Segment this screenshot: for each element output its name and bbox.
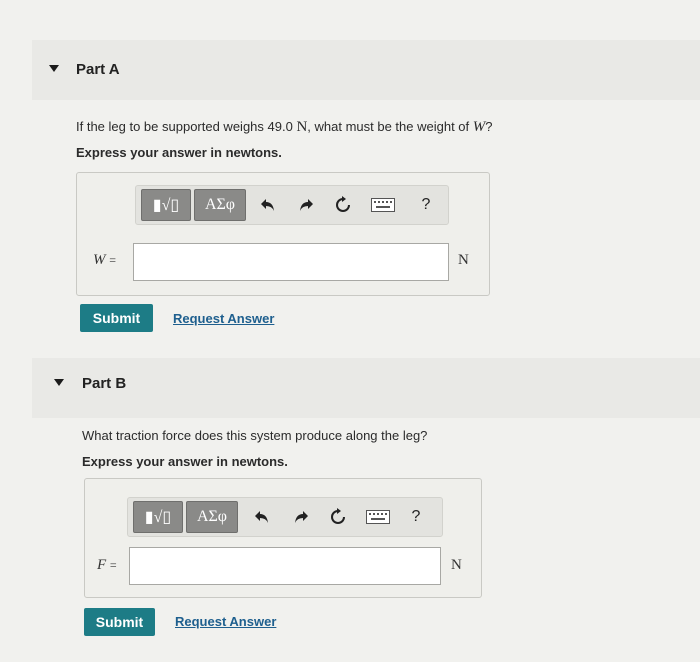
templates-glyph: ▮√▯ [152, 197, 180, 214]
help-glyph: ? [421, 196, 431, 213]
part-a-instruction: Express your answer in newtons. [76, 145, 282, 160]
prompt-text-3: ? [485, 119, 493, 134]
templates-glyph: ▮√▯ [144, 509, 172, 526]
variable-symbol: W [93, 252, 106, 268]
prompt-text-1: If the leg to be supported weighs 49.0 [76, 119, 297, 134]
templates-button[interactable]: ▮√▯ [133, 501, 183, 533]
math-toolbar: ▮√▯ ΑΣφ ? [127, 497, 443, 537]
keyboard-icon[interactable] [364, 507, 392, 527]
prompt-unit: N [296, 119, 308, 135]
greek-glyph: ΑΣφ [196, 508, 228, 525]
templates-button[interactable]: ▮√▯ [141, 189, 191, 221]
keyboard-icon[interactable] [369, 195, 397, 215]
help-icon[interactable]: ? [416, 195, 436, 215]
math-toolbar: ▮√▯ ΑΣφ ? [135, 185, 449, 225]
part-b-instruction: Express your answer in newtons. [82, 454, 288, 469]
submit-button-a[interactable]: Submit [80, 304, 153, 332]
part-a-title: Part A [76, 61, 120, 78]
part-a-answer-box: ▮√▯ ΑΣφ ? W = N [76, 172, 490, 296]
help-icon[interactable]: ? [406, 507, 426, 527]
equals-sign: = [109, 253, 117, 267]
greek-symbols-button[interactable]: ΑΣφ [186, 501, 238, 533]
help-glyph: ? [411, 508, 421, 525]
greek-symbols-button[interactable]: ΑΣφ [194, 189, 246, 221]
part-b-prompt: What traction force does this system pro… [82, 428, 428, 443]
part-b-answer-box: ▮√▯ ΑΣφ ? F = N [84, 478, 482, 598]
part-a-header[interactable] [32, 40, 700, 100]
answer-input-f[interactable] [129, 547, 441, 585]
equals-sign: = [109, 558, 117, 572]
part-a-prompt: If the leg to be supported weighs 49.0 N… [76, 119, 493, 136]
part-b-title: Part B [82, 375, 127, 392]
greek-glyph: ΑΣφ [204, 196, 236, 213]
redo-icon[interactable] [296, 195, 316, 215]
prompt-variable: W [472, 119, 486, 135]
submit-button-b[interactable]: Submit [84, 608, 155, 636]
collapse-caret-icon[interactable] [49, 65, 59, 72]
variable-label-f: F = [97, 557, 117, 574]
part-b-header[interactable] [32, 358, 700, 418]
unit-label-a: N [458, 252, 469, 268]
reset-icon[interactable] [333, 195, 353, 215]
undo-icon[interactable] [258, 195, 278, 215]
request-answer-link-b[interactable]: Request Answer [175, 614, 276, 629]
variable-label-w: W = [93, 252, 116, 269]
variable-symbol: F [97, 557, 107, 573]
undo-icon[interactable] [252, 507, 272, 527]
redo-icon[interactable] [291, 507, 311, 527]
collapse-caret-icon[interactable] [54, 379, 64, 386]
unit-label-b: N [451, 557, 462, 573]
request-answer-link-a[interactable]: Request Answer [173, 311, 274, 326]
prompt-text-2: , what must be the weight of [307, 119, 473, 134]
answer-input-w[interactable] [133, 243, 449, 281]
reset-icon[interactable] [328, 507, 348, 527]
